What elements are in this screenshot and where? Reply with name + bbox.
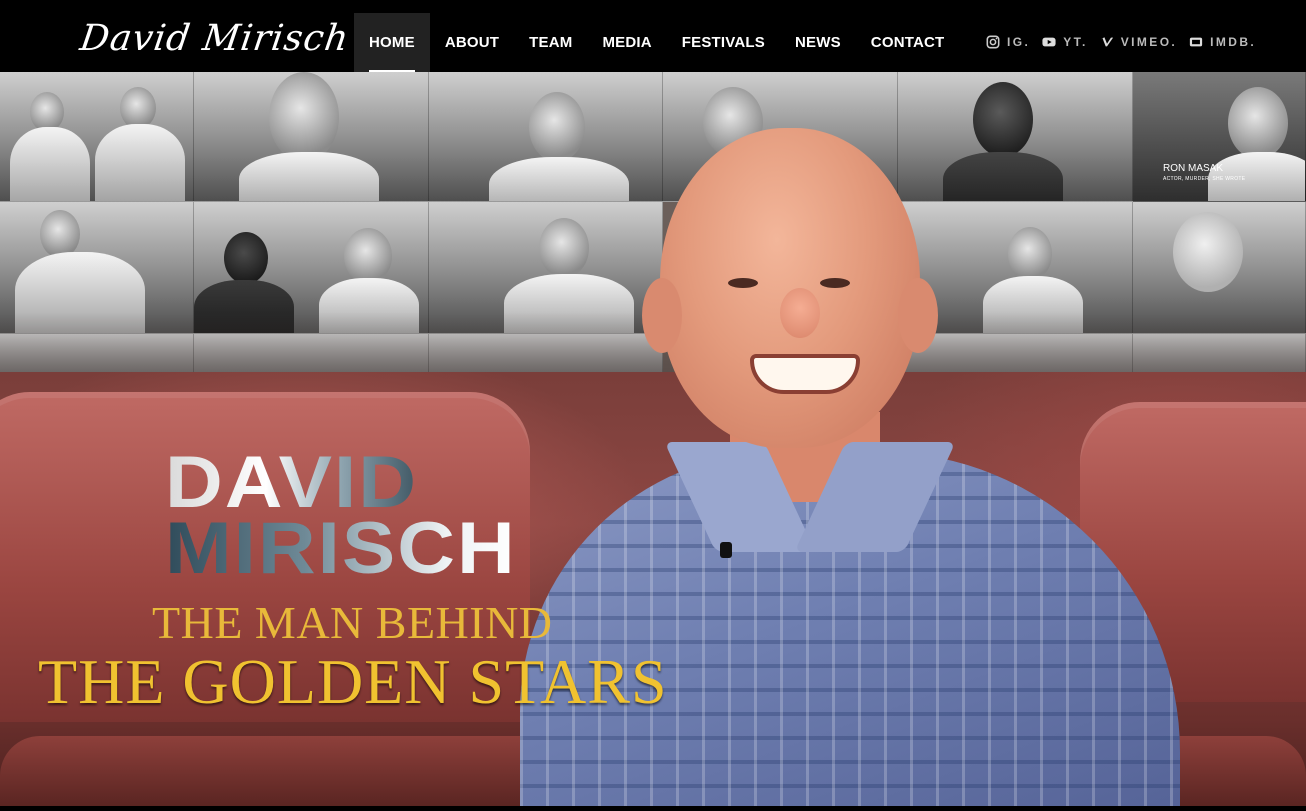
social-link-vimeo[interactable]: VIMEO.	[1100, 35, 1177, 49]
imdb-icon	[1190, 37, 1203, 47]
smiling-face	[642, 128, 938, 448]
vimeo-icon	[1100, 37, 1113, 47]
social-label-youtube: YT.	[1063, 35, 1088, 49]
site-header: David Mirisch HOME ABOUT TEAM MEDIA FEST…	[0, 0, 1306, 72]
nav-item-news[interactable]: NEWS	[780, 13, 856, 72]
social-link-youtube[interactable]: YT.	[1042, 35, 1088, 49]
interview-photo	[0, 72, 194, 202]
nav-item-contact[interactable]: CONTACT	[856, 13, 960, 72]
subtitle-line-2: THE GOLDEN STARS	[38, 646, 668, 717]
social-label-instagram: IG.	[1007, 35, 1031, 49]
main-nav: HOME ABOUT TEAM MEDIA FESTIVALS NEWS CON…	[354, 13, 959, 72]
nav-item-about[interactable]: ABOUT	[430, 13, 514, 72]
lapel-mic-icon	[720, 542, 732, 558]
instagram-icon	[986, 35, 1000, 49]
social-label-imdb: IMDB.	[1210, 35, 1257, 49]
nav-item-home[interactable]: HOME	[354, 13, 430, 72]
social-label-vimeo: VIMEO.	[1120, 35, 1178, 49]
nav-item-festivals[interactable]: FESTIVALS	[667, 13, 780, 72]
social-link-imdb[interactable]: IMDB.	[1189, 35, 1256, 49]
nav-item-team[interactable]: TEAM	[514, 13, 587, 72]
title-last-name: MIRISCH	[165, 506, 517, 589]
interview-photo	[194, 72, 429, 202]
youtube-icon	[1042, 37, 1056, 47]
hero-banner: RON MASAK ACTOR, MURDER, SHE WROTE DAVID…	[0, 72, 1306, 806]
nav-item-media[interactable]: MEDIA	[587, 13, 666, 72]
subtitle-line-1: THE MAN BEHIND	[152, 597, 553, 648]
bottom-edge	[0, 806, 1306, 811]
social-links: IG. YT. VIMEO. IMDB.	[986, 33, 1256, 51]
social-link-instagram[interactable]: IG.	[986, 35, 1030, 49]
site-logo[interactable]: David Mirisch	[76, 14, 351, 68]
